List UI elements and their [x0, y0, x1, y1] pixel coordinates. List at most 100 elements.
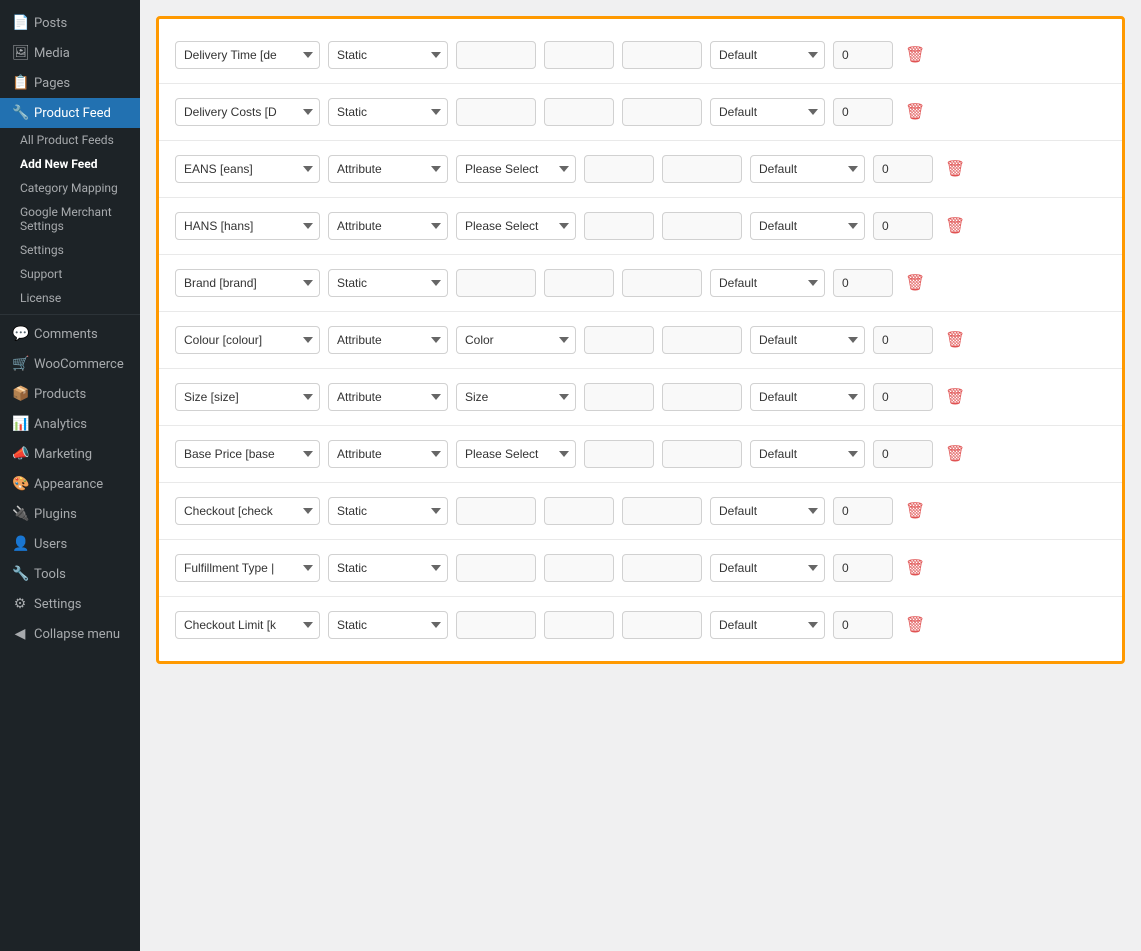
value2-input-checkout[interactable] [544, 497, 614, 525]
sidebar-item-category-mapping[interactable]: Category Mapping [12, 176, 140, 200]
sidebar-item-appearance[interactable]: 🎨 Appearance [0, 469, 140, 499]
number-input-delivery-costs[interactable] [833, 98, 893, 126]
number-input-size[interactable] [873, 383, 933, 411]
field-name-select-size[interactable]: Size [size] [175, 383, 320, 411]
delete-button-brand[interactable]: 🗑 [901, 269, 929, 297]
extra-input-size[interactable] [662, 383, 742, 411]
delete-button-fulfillment[interactable]: 🗑 [901, 554, 929, 582]
extra-input-colour[interactable] [662, 326, 742, 354]
type-select-checkout[interactable]: Static Attribute [328, 497, 448, 525]
sidebar-item-settings-sub[interactable]: Settings [12, 238, 140, 262]
value2-input-size[interactable] [584, 383, 654, 411]
delete-button-checkout[interactable]: 🗑 [901, 497, 929, 525]
sidebar-item-collapse[interactable]: ◀ Collapse menu [0, 619, 140, 649]
sidebar-item-users[interactable]: 👤 Users [0, 529, 140, 559]
value-select-eans[interactable]: Please Select Color Size [456, 155, 576, 183]
value2-input-hans[interactable] [584, 212, 654, 240]
extra-input-delivery-time[interactable] [622, 41, 702, 69]
value-select-hans[interactable]: Please Select Color Size [456, 212, 576, 240]
value-input-delivery-costs[interactable] [456, 98, 536, 126]
sidebar-item-tools[interactable]: 🔧 Tools [0, 559, 140, 589]
delete-button-base-price[interactable]: 🗑 [941, 440, 969, 468]
number-input-eans[interactable] [873, 155, 933, 183]
field-name-select-delivery-costs[interactable]: Delivery Costs [D [175, 98, 320, 126]
sidebar-item-media[interactable]: 🖼 Media [0, 38, 140, 68]
field-name-select-eans[interactable]: EANS [eans] [175, 155, 320, 183]
value2-input-fulfillment[interactable] [544, 554, 614, 582]
sidebar-item-product-feed[interactable]: 🔧 Product Feed [0, 98, 140, 128]
field-name-select-delivery-time[interactable]: Delivery Time [de [175, 41, 320, 69]
number-input-brand[interactable] [833, 269, 893, 297]
sidebar-item-posts[interactable]: 📄 Posts [0, 8, 140, 38]
sidebar-item-plugins[interactable]: 🔌 Plugins [0, 499, 140, 529]
extra-input-eans[interactable] [662, 155, 742, 183]
delete-button-eans[interactable]: 🗑 [941, 155, 969, 183]
number-input-hans[interactable] [873, 212, 933, 240]
number-input-checkout[interactable] [833, 497, 893, 525]
number-input-base-price[interactable] [873, 440, 933, 468]
type-select-checkout-limit[interactable]: Static Attribute [328, 611, 448, 639]
sidebar-item-pages[interactable]: 📋 Pages [0, 68, 140, 98]
value2-input-base-price[interactable] [584, 440, 654, 468]
field-name-select-fulfillment[interactable]: Fulfillment Type | [175, 554, 320, 582]
sidebar-item-comments[interactable]: 💬 Comments [0, 319, 140, 349]
value2-input-delivery-costs[interactable] [544, 98, 614, 126]
default-select-hans[interactable]: Default [750, 212, 865, 240]
type-select-colour[interactable]: Attribute Static [328, 326, 448, 354]
sidebar-item-add-new-feed[interactable]: Add New Feed [12, 152, 140, 176]
delete-button-checkout-limit[interactable]: 🗑 [901, 611, 929, 639]
extra-input-fulfillment[interactable] [622, 554, 702, 582]
extra-input-checkout-limit[interactable] [622, 611, 702, 639]
sidebar-item-woocommerce[interactable]: 🛒 WooCommerce [0, 349, 140, 379]
value-select-base-price[interactable]: Please Select Color Size [456, 440, 576, 468]
type-select-brand[interactable]: Static Attribute [328, 269, 448, 297]
sidebar-item-all-product-feeds[interactable]: All Product Feeds [12, 128, 140, 152]
value-input-checkout[interactable] [456, 497, 536, 525]
default-select-delivery-time[interactable]: Default [710, 41, 825, 69]
field-name-select-colour[interactable]: Colour [colour] [175, 326, 320, 354]
sidebar-item-marketing[interactable]: 📣 Marketing [0, 439, 140, 469]
value2-input-eans[interactable] [584, 155, 654, 183]
default-select-checkout-limit[interactable]: Default [710, 611, 825, 639]
field-name-select-base-price[interactable]: Base Price [base [175, 440, 320, 468]
sidebar-item-license[interactable]: License [12, 286, 140, 310]
default-select-checkout[interactable]: Default [710, 497, 825, 525]
extra-input-brand[interactable] [622, 269, 702, 297]
value-select-size[interactable]: Size Please Select Color [456, 383, 576, 411]
delete-button-colour[interactable]: 🗑 [941, 326, 969, 354]
sidebar-item-support[interactable]: Support [12, 262, 140, 286]
delete-button-delivery-time[interactable]: 🗑 [901, 41, 929, 69]
number-input-colour[interactable] [873, 326, 933, 354]
type-select-delivery-costs[interactable]: Static Attribute [328, 98, 448, 126]
default-select-colour[interactable]: Default [750, 326, 865, 354]
default-select-size[interactable]: Default [750, 383, 865, 411]
value-input-brand[interactable] [456, 269, 536, 297]
default-select-fulfillment[interactable]: Default [710, 554, 825, 582]
extra-input-delivery-costs[interactable] [622, 98, 702, 126]
number-input-checkout-limit[interactable] [833, 611, 893, 639]
extra-input-checkout[interactable] [622, 497, 702, 525]
field-name-select-checkout[interactable]: Checkout [check [175, 497, 320, 525]
value-input-fulfillment[interactable] [456, 554, 536, 582]
number-input-fulfillment[interactable] [833, 554, 893, 582]
value2-input-delivery-time[interactable] [544, 41, 614, 69]
value-input-checkout-limit[interactable] [456, 611, 536, 639]
value2-input-brand[interactable] [544, 269, 614, 297]
extra-input-hans[interactable] [662, 212, 742, 240]
field-name-select-checkout-limit[interactable]: Checkout Limit [k [175, 611, 320, 639]
type-select-fulfillment[interactable]: Static Attribute [328, 554, 448, 582]
sidebar-item-settings[interactable]: ⚙ Settings [0, 589, 140, 619]
default-select-delivery-costs[interactable]: Default [710, 98, 825, 126]
sidebar-item-analytics[interactable]: 📊 Analytics [0, 409, 140, 439]
sidebar-item-products[interactable]: 📦 Products [0, 379, 140, 409]
default-select-base-price[interactable]: Default [750, 440, 865, 468]
field-name-select-hans[interactable]: HANS [hans] [175, 212, 320, 240]
delete-button-delivery-costs[interactable]: 🗑 [901, 98, 929, 126]
value-input-delivery-time[interactable] [456, 41, 536, 69]
sidebar-item-google-merchant[interactable]: Google Merchant Settings [12, 200, 140, 238]
field-name-select-brand[interactable]: Brand [brand] [175, 269, 320, 297]
type-select-base-price[interactable]: Attribute Static [328, 440, 448, 468]
default-select-eans[interactable]: Default [750, 155, 865, 183]
value2-input-checkout-limit[interactable] [544, 611, 614, 639]
delete-button-hans[interactable]: 🗑 [941, 212, 969, 240]
